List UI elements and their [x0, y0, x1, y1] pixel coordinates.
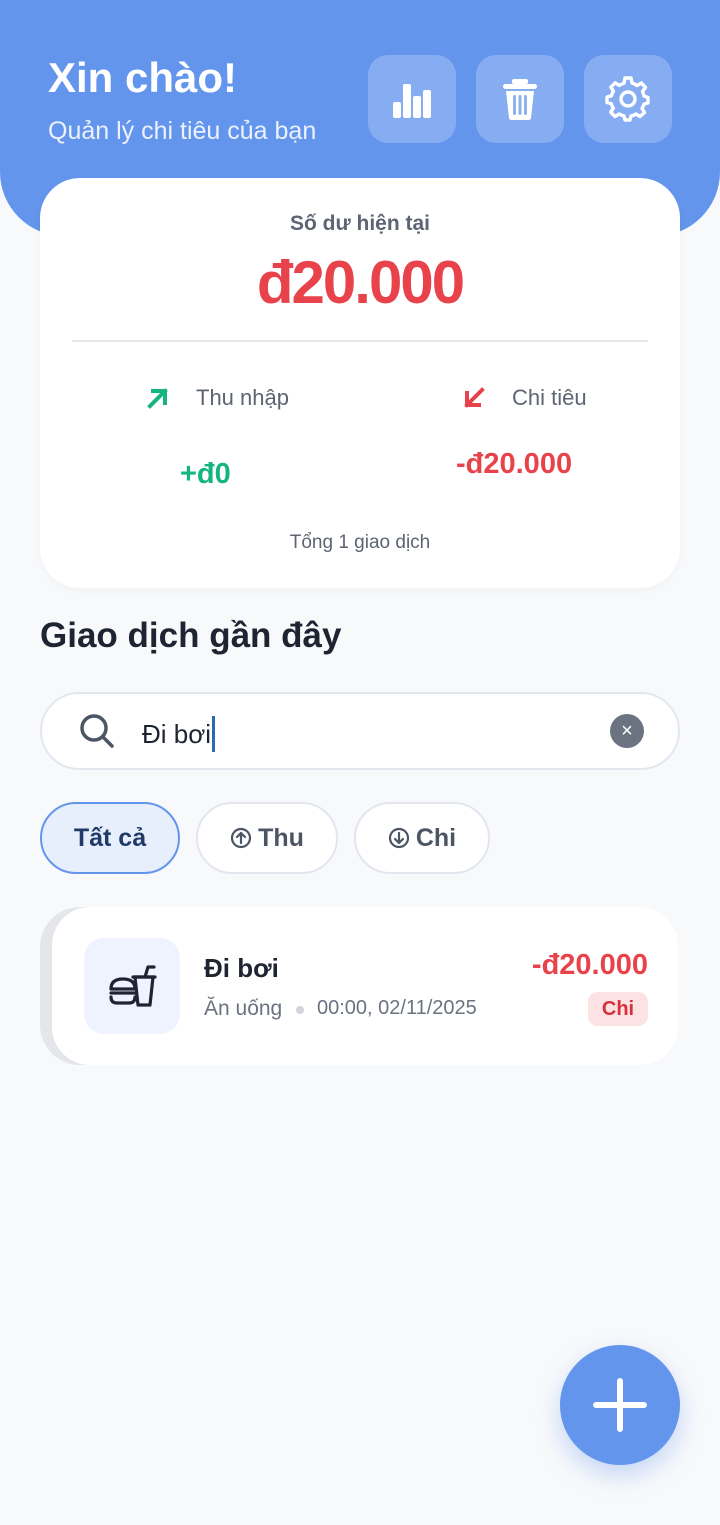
clear-search-button[interactable]: × [610, 714, 644, 748]
transaction-datetime: 00:00, 02/11/2025 [317, 997, 477, 1019]
divider [72, 340, 648, 342]
transaction-count: Tổng 1 giao dịch [289, 532, 431, 553]
search-icon [80, 714, 114, 748]
filter-expense-label: Chi [415, 823, 457, 852]
arrow-down-circle-icon [388, 827, 409, 849]
settings-button[interactable] [584, 55, 672, 143]
balance-label: Số dư hiện tại [289, 212, 431, 235]
separator-dot [296, 1006, 304, 1014]
arrow-up-circle-icon [230, 827, 252, 849]
add-transaction-button[interactable] [560, 1345, 680, 1465]
filter-expense-chip[interactable]: Chi [354, 802, 490, 874]
transaction-category: Ăn uống [204, 997, 283, 1020]
transaction-type-badge: Chi [588, 992, 648, 1026]
income-value: +đ0 [180, 458, 231, 490]
expense-value: -đ20.000 [456, 448, 573, 480]
search-input-value: Đi bơi [142, 718, 212, 749]
search-input[interactable]: Đi bơi [142, 716, 216, 752]
expense-label-group: Chi tiêu [460, 384, 587, 412]
filter-income-chip[interactable]: Thu [196, 802, 338, 874]
transaction-amount: -đ20.000 [531, 949, 648, 981]
transaction-title: Đi bơi [204, 953, 279, 983]
income-label: Thu nhập [196, 385, 289, 410]
text-cursor [212, 716, 216, 752]
balance-value: đ20.000 [256, 249, 465, 316]
income-label-group: Thu nhập [144, 384, 289, 412]
bar-chart-icon [393, 84, 431, 118]
greeting-subtitle: Quản lý chi tiêu của bạn [48, 117, 317, 145]
close-icon: × [621, 719, 633, 742]
arrow-down-left-icon [464, 387, 485, 408]
filter-all-label: Tất cả [73, 823, 147, 852]
transaction-item[interactable]: Đi bơi Ăn uống 00:00, 02/11/2025 -đ20.00… [40, 907, 678, 1065]
search-bar[interactable]: Đi bơi × [40, 692, 680, 770]
statistics-button[interactable] [368, 55, 456, 143]
expense-label: Chi tiêu [512, 385, 587, 410]
balance-card: Số dư hiện tại đ20.000 Thu nhập Chi tiêu… [40, 178, 680, 588]
filter-all-chip[interactable]: Tất cả [40, 802, 180, 874]
trash-icon [503, 79, 537, 120]
delete-all-button[interactable] [476, 55, 564, 143]
plus-icon [593, 1378, 647, 1432]
transaction-card[interactable]: Đi bơi Ăn uống 00:00, 02/11/2025 -đ20.00… [52, 907, 678, 1065]
fastfood-icon [109, 965, 157, 1007]
category-icon-box [84, 938, 180, 1034]
filter-income-label: Thu [258, 823, 304, 852]
greeting-title: Xin chào! [48, 54, 238, 101]
recent-transactions-title: Giao dịch gần đây [40, 616, 342, 655]
arrow-up-right-icon [147, 388, 168, 409]
gear-icon [605, 76, 650, 122]
